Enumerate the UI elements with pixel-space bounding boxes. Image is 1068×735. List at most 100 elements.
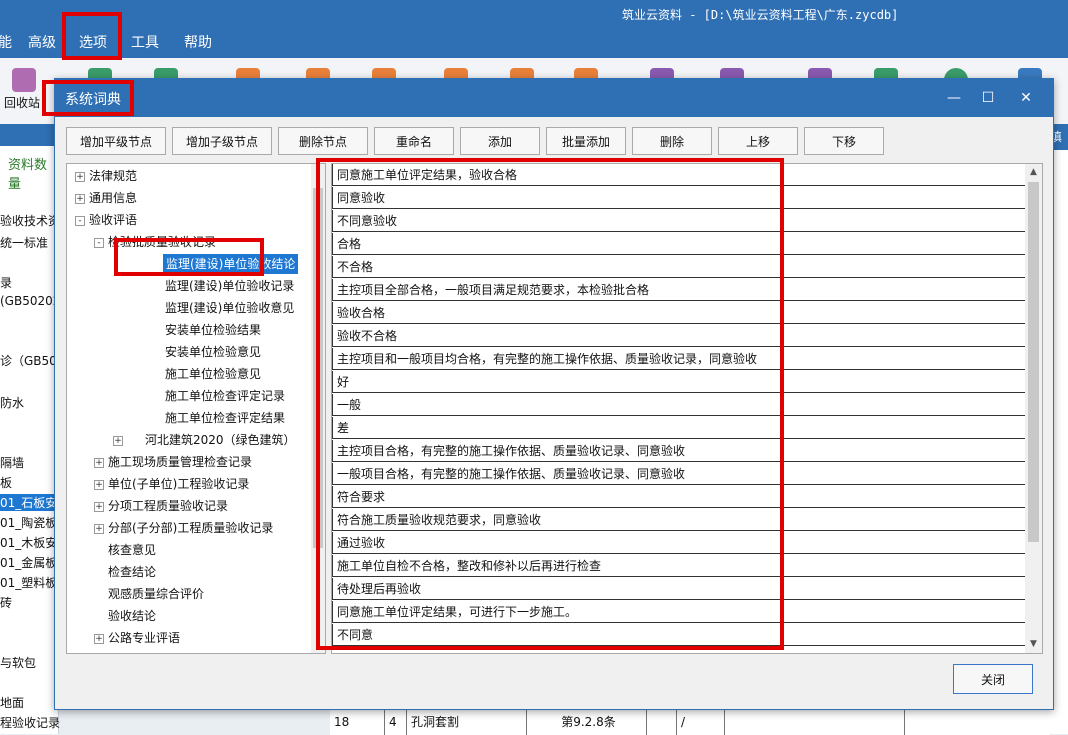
close-icon[interactable]: ✕ (1015, 87, 1037, 109)
phrase-row[interactable]: 待处理后再验收 (332, 578, 1025, 600)
phrase-row[interactable]: 施工单位自检不合格，整改和修补以后再进行检查 (332, 555, 1025, 577)
left-item[interactable]: 01_金属板 (0, 554, 57, 571)
tree-node[interactable]: 观感质量综合评价 (108, 584, 204, 604)
delete-button[interactable]: 删除 (632, 127, 712, 155)
left-item[interactable]: 与软包 (0, 654, 36, 671)
phrase-row[interactable]: 符合要求 (332, 486, 1025, 508)
list-scrollbar[interactable]: ▲ ▼ (1025, 164, 1042, 653)
tree-node[interactable]: 法律规范 (89, 166, 137, 186)
expand-icon[interactable]: + (75, 194, 85, 204)
phrase-row[interactable]: 合格 (332, 233, 1025, 255)
left-item[interactable]: 防水 (0, 394, 24, 411)
add-child-node-button[interactable]: 增加子级节点 (172, 127, 272, 155)
left-item[interactable]: 板 (0, 474, 12, 491)
collapse-icon[interactable]: - (75, 216, 85, 226)
left-item[interactable]: 程验收记录 (0, 714, 60, 731)
left-item[interactable]: 砖 (0, 594, 12, 611)
left-item[interactable]: 隔墙 (0, 454, 24, 471)
scroll-up-icon[interactable]: ▲ (1025, 164, 1042, 180)
phrase-row[interactable]: 一般项目合格，有完整的施工操作依据、质量验收记录、同意验收 (332, 463, 1025, 485)
phrase-row[interactable]: 主控项目合格，有完整的施工操作依据、质量验收记录、同意验收 (332, 440, 1025, 462)
phrase-row[interactable]: 好 (332, 371, 1025, 393)
phrase-row[interactable]: 同意施工单位评定结果，可进行下一步施工。 (332, 601, 1025, 623)
expand-icon[interactable]: + (94, 480, 104, 490)
phrase-row[interactable]: 通过验收 (332, 532, 1025, 554)
tree-scroll-thumb[interactable] (313, 188, 323, 548)
phrase-row[interactable]: 一般 (332, 394, 1025, 416)
bg-cell-name: 孔洞套割 (406, 709, 526, 735)
tree-scrollbar[interactable] (311, 164, 325, 653)
left-item[interactable]: 01_木板安 (0, 534, 57, 551)
phrase-row[interactable]: 验收不合格 (332, 325, 1025, 347)
tree-node[interactable]: 施工单位检验意见 (165, 364, 261, 384)
menu-item-options[interactable]: 选项 (79, 32, 107, 54)
tree-node-selected[interactable]: 监理(建设)单位验收结论 (163, 254, 299, 274)
expand-icon[interactable]: + (94, 634, 104, 644)
left-item[interactable]: 验收技术资 (0, 212, 60, 229)
expand-icon[interactable]: + (94, 458, 104, 468)
recycle-bin-icon[interactable] (12, 68, 36, 92)
tree-node[interactable]: 监理(建设)单位验收记录 (165, 276, 294, 296)
left-item[interactable]: 录 (0, 274, 12, 291)
tree-node[interactable]: 分项工程质量验收记录 (108, 496, 228, 516)
tree-node[interactable]: 安装单位检验意见 (165, 342, 261, 362)
expand-icon[interactable]: + (94, 502, 104, 512)
left-item[interactable]: 地面 (0, 694, 24, 711)
collapse-icon[interactable]: - (94, 238, 104, 248)
phrase-row[interactable]: 差 (332, 417, 1025, 439)
phrase-row[interactable]: 验收合格 (332, 302, 1025, 324)
phrase-row[interactable]: 主控项目全部合格，一般项目满足规范要求，本检验批合格 (332, 279, 1025, 301)
recycle-bin-label[interactable]: 回收站 (4, 94, 40, 111)
menu-item-advanced[interactable]: 高级 (28, 32, 56, 54)
add-sibling-node-button[interactable]: 增加平级节点 (66, 127, 166, 155)
tree-node[interactable]: 施工单位检查评定记录 (165, 386, 285, 406)
menu-item-tools[interactable]: 工具 (131, 32, 159, 54)
expand-icon[interactable]: + (75, 172, 85, 182)
delete-node-button[interactable]: 删除节点 (278, 127, 368, 155)
tree-node[interactable]: 施工现场质量管理检查记录 (108, 452, 252, 472)
tree-node[interactable]: 验收评语 (89, 210, 137, 230)
close-button[interactable]: 关闭 (953, 664, 1033, 694)
tree-node[interactable]: 检验批质量验收记录 (108, 232, 216, 252)
dialog-titlebar: 系统词典 — ☐ ✕ (55, 79, 1053, 117)
dialog-title: 系统词典 (65, 92, 121, 108)
phrase-row[interactable]: 同意施工单位评定结果，验收合格 (332, 164, 1025, 186)
left-item[interactable]: 01_塑料板 (0, 574, 57, 591)
move-up-button[interactable]: 上移 (718, 127, 798, 155)
move-down-button[interactable]: 下移 (804, 127, 884, 155)
left-item[interactable]: 统一标准 (0, 234, 48, 251)
rename-button[interactable]: 重命名 (374, 127, 454, 155)
app-titlebar: 筑业云资料 - [D:\筑业云资料工程\广东.zycdb] (0, 0, 1068, 28)
menu-item-func[interactable]: 能 (0, 32, 12, 54)
left-panel-header (0, 124, 58, 146)
tree-node[interactable]: 分部(子分部)工程质量验收记录 (108, 518, 273, 538)
phrase-row[interactable]: 不同意 (332, 624, 1025, 646)
expand-icon[interactable]: + (94, 524, 104, 534)
tree-node[interactable]: 公路专业评语 (108, 628, 180, 648)
left-tab-count[interactable]: 资料数量 (8, 154, 58, 192)
list-scroll-thumb[interactable] (1028, 182, 1039, 542)
tree-node[interactable]: 监理(建设)单位验收意见 (165, 298, 294, 318)
tree-node[interactable]: 安装单位检验结果 (165, 320, 261, 340)
tree-node[interactable]: 验收结论 (108, 606, 156, 626)
phrase-row[interactable]: 主控项目和一般项目均合格，有完整的施工操作依据、质量验收记录，同意验收 (332, 348, 1025, 370)
tree-node[interactable]: 检查结论 (108, 562, 156, 582)
tree-node[interactable]: 核查意见 (108, 540, 156, 560)
add-button[interactable]: 添加 (460, 127, 540, 155)
phrase-row[interactable]: 符合施工质量验收规范要求，同意验收 (332, 509, 1025, 531)
menu-item-help[interactable]: 帮助 (184, 32, 212, 54)
left-item[interactable]: 01_陶瓷板 (0, 514, 57, 531)
tree-node[interactable]: 通用信息 (89, 188, 137, 208)
phrase-row[interactable]: 不同意验收 (332, 210, 1025, 232)
scroll-down-icon[interactable]: ▼ (1025, 636, 1042, 652)
tree-node[interactable]: 河北建筑2020（绿色建筑） (145, 430, 296, 450)
maximize-icon[interactable]: ☐ (977, 87, 999, 109)
minimize-icon[interactable]: — (943, 87, 965, 109)
phrase-row[interactable]: 不合格 (332, 256, 1025, 278)
phrase-row[interactable]: 同意验收 (332, 187, 1025, 209)
tree-node[interactable]: 单位(子单位)工程验收记录 (108, 474, 249, 494)
expand-icon[interactable]: + (113, 436, 123, 446)
left-item-selected[interactable]: 01_石板安 (0, 494, 57, 511)
batch-add-button[interactable]: 批量添加 (546, 127, 626, 155)
tree-node[interactable]: 施工单位检查评定结果 (165, 408, 285, 428)
